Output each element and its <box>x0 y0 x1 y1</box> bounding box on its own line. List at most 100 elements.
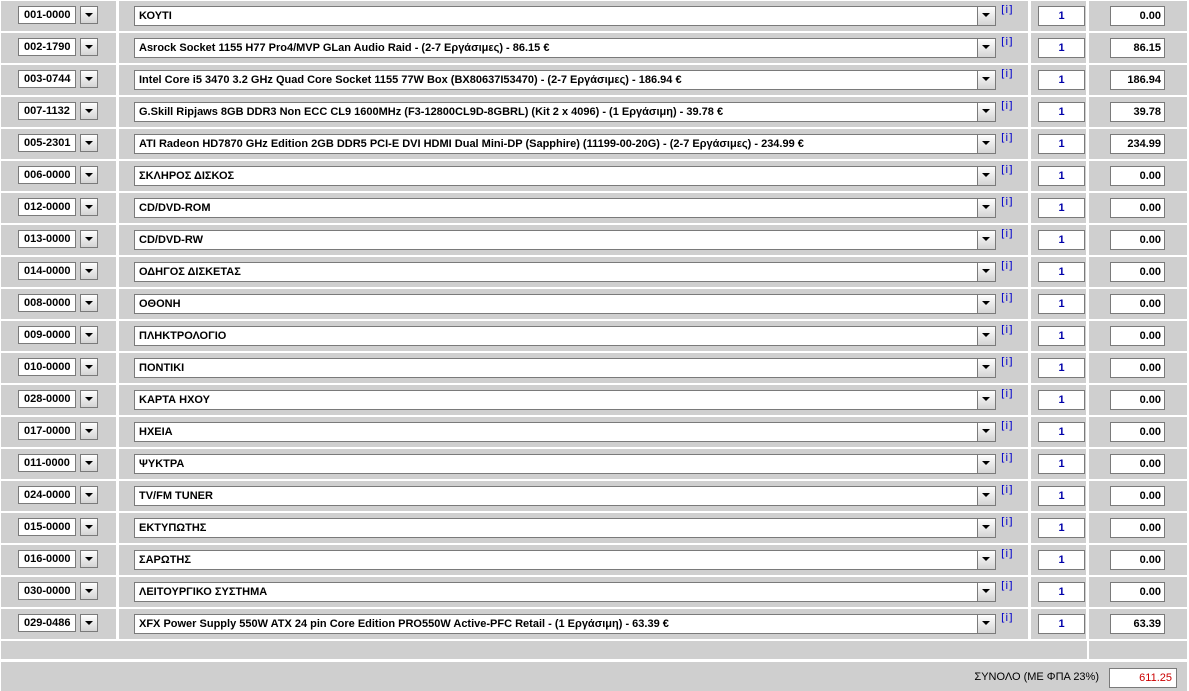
component-dropdown-button[interactable] <box>977 7 995 25</box>
info-link[interactable]: [i] <box>1001 547 1013 560</box>
component-select[interactable]: ΨΥΚΤΡΑ <box>134 454 996 474</box>
component-dropdown-button[interactable] <box>977 359 995 377</box>
code-dropdown-button[interactable] <box>80 134 98 152</box>
quantity-input[interactable]: 1 <box>1038 550 1085 570</box>
quantity-input[interactable]: 1 <box>1038 358 1085 378</box>
info-link[interactable]: [i] <box>1001 387 1013 400</box>
code-select[interactable]: 008-0000 <box>18 294 76 312</box>
code-select[interactable]: 030-0000 <box>18 582 76 600</box>
component-dropdown-button[interactable] <box>977 231 995 249</box>
component-select[interactable]: ΟΘΟΝΗ <box>134 294 996 314</box>
quantity-input[interactable]: 1 <box>1038 518 1085 538</box>
code-dropdown-button[interactable] <box>80 166 98 184</box>
info-link[interactable]: [i] <box>1001 67 1013 80</box>
quantity-input[interactable]: 1 <box>1038 390 1085 410</box>
code-dropdown-button[interactable] <box>80 486 98 504</box>
quantity-input[interactable]: 1 <box>1038 230 1085 250</box>
component-dropdown-button[interactable] <box>977 135 995 153</box>
info-link[interactable]: [i] <box>1001 3 1013 16</box>
info-link[interactable]: [i] <box>1001 99 1013 112</box>
code-dropdown-button[interactable] <box>80 358 98 376</box>
code-select[interactable]: 002-1790 <box>18 38 76 56</box>
component-select[interactable]: TV/FM TUNER <box>134 486 996 506</box>
info-link[interactable]: [i] <box>1001 291 1013 304</box>
component-dropdown-button[interactable] <box>977 615 995 633</box>
info-link[interactable]: [i] <box>1001 131 1013 144</box>
info-link[interactable]: [i] <box>1001 579 1013 592</box>
quantity-input[interactable]: 1 <box>1038 454 1085 474</box>
component-select[interactable]: ΚΟΥΤΙ <box>134 6 996 26</box>
code-dropdown-button[interactable] <box>80 102 98 120</box>
info-link[interactable]: [i] <box>1001 227 1013 240</box>
info-link[interactable]: [i] <box>1001 419 1013 432</box>
quantity-input[interactable]: 1 <box>1038 166 1085 186</box>
code-select[interactable]: 005-2301 <box>18 134 76 152</box>
code-select[interactable]: 017-0000 <box>18 422 76 440</box>
quantity-input[interactable]: 1 <box>1038 70 1085 90</box>
component-dropdown-button[interactable] <box>977 519 995 537</box>
quantity-input[interactable]: 1 <box>1038 582 1085 602</box>
component-select[interactable]: CD/DVD-RW <box>134 230 996 250</box>
component-select[interactable]: ΣΑΡΩΤΗΣ <box>134 550 996 570</box>
component-select[interactable]: ΛΕΙΤΟΥΡΓΙΚΟ ΣΥΣΤΗΜΑ <box>134 582 996 602</box>
code-dropdown-button[interactable] <box>80 326 98 344</box>
code-dropdown-button[interactable] <box>80 294 98 312</box>
code-select[interactable]: 001-0000 <box>18 6 76 24</box>
quantity-input[interactable]: 1 <box>1038 134 1085 154</box>
code-dropdown-button[interactable] <box>80 38 98 56</box>
component-select[interactable]: Intel Core i5 3470 3.2 GHz Quad Core Soc… <box>134 70 996 90</box>
code-dropdown-button[interactable] <box>80 390 98 408</box>
code-dropdown-button[interactable] <box>80 614 98 632</box>
component-select[interactable]: ΟΔΗΓΟΣ ΔΙΣΚΕΤΑΣ <box>134 262 996 282</box>
code-dropdown-button[interactable] <box>80 198 98 216</box>
component-select[interactable]: ΚΑΡΤΑ ΗΧΟΥ <box>134 390 996 410</box>
component-select[interactable]: ΣΚΛΗΡΟΣ ΔΙΣΚΟΣ <box>134 166 996 186</box>
component-dropdown-button[interactable] <box>977 39 995 57</box>
component-dropdown-button[interactable] <box>977 167 995 185</box>
component-dropdown-button[interactable] <box>977 199 995 217</box>
component-select[interactable]: ΠΟΝΤΙΚΙ <box>134 358 996 378</box>
component-select[interactable]: CD/DVD-ROM <box>134 198 996 218</box>
quantity-input[interactable]: 1 <box>1038 326 1085 346</box>
info-link[interactable]: [i] <box>1001 611 1013 624</box>
component-dropdown-button[interactable] <box>977 487 995 505</box>
component-dropdown-button[interactable] <box>977 295 995 313</box>
component-dropdown-button[interactable] <box>977 103 995 121</box>
component-select[interactable]: XFX Power Supply 550W ATX 24 pin Core Ed… <box>134 614 996 634</box>
code-dropdown-button[interactable] <box>80 6 98 24</box>
quantity-input[interactable]: 1 <box>1038 38 1085 58</box>
quantity-input[interactable]: 1 <box>1038 262 1085 282</box>
info-link[interactable]: [i] <box>1001 515 1013 528</box>
code-dropdown-button[interactable] <box>80 70 98 88</box>
code-dropdown-button[interactable] <box>80 262 98 280</box>
component-dropdown-button[interactable] <box>977 263 995 281</box>
quantity-input[interactable]: 1 <box>1038 198 1085 218</box>
code-dropdown-button[interactable] <box>80 422 98 440</box>
component-dropdown-button[interactable] <box>977 583 995 601</box>
component-select[interactable]: ΠΛΗΚΤΡΟΛΟΓΙΟ <box>134 326 996 346</box>
code-select[interactable]: 013-0000 <box>18 230 76 248</box>
component-select[interactable]: ΗΧΕΙΑ <box>134 422 996 442</box>
code-select[interactable]: 028-0000 <box>18 390 76 408</box>
code-select[interactable]: 029-0486 <box>18 614 76 632</box>
component-dropdown-button[interactable] <box>977 551 995 569</box>
info-link[interactable]: [i] <box>1001 451 1013 464</box>
quantity-input[interactable]: 1 <box>1038 6 1085 26</box>
info-link[interactable]: [i] <box>1001 195 1013 208</box>
component-dropdown-button[interactable] <box>977 327 995 345</box>
code-select[interactable]: 009-0000 <box>18 326 76 344</box>
quantity-input[interactable]: 1 <box>1038 102 1085 122</box>
quantity-input[interactable]: 1 <box>1038 486 1085 506</box>
info-link[interactable]: [i] <box>1001 163 1013 176</box>
info-link[interactable]: [i] <box>1001 483 1013 496</box>
code-dropdown-button[interactable] <box>80 550 98 568</box>
component-dropdown-button[interactable] <box>977 423 995 441</box>
code-dropdown-button[interactable] <box>80 454 98 472</box>
code-select[interactable]: 003-0744 <box>18 70 76 88</box>
component-dropdown-button[interactable] <box>977 71 995 89</box>
code-select[interactable]: 012-0000 <box>18 198 76 216</box>
code-select[interactable]: 011-0000 <box>18 454 76 472</box>
component-dropdown-button[interactable] <box>977 391 995 409</box>
code-dropdown-button[interactable] <box>80 518 98 536</box>
component-select[interactable]: ΕΚΤΥΠΩΤΗΣ <box>134 518 996 538</box>
